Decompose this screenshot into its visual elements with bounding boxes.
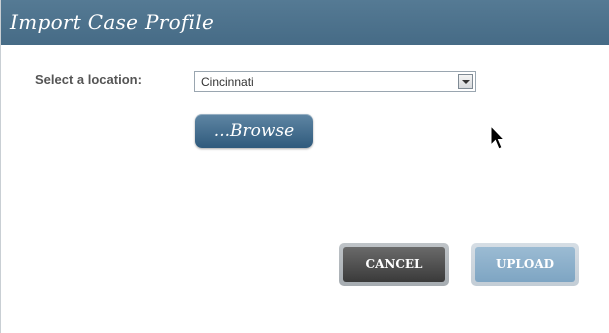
chevron-down-icon[interactable] — [458, 74, 473, 89]
import-case-profile-dialog: Import Case Profile Select a location: C… — [0, 0, 609, 333]
upload-button-label: UPLOAD — [475, 247, 575, 282]
upload-button[interactable]: UPLOAD — [471, 243, 579, 286]
mouse-pointer-icon — [490, 124, 506, 156]
dialog-titlebar: Import Case Profile — [1, 0, 609, 45]
dialog-title: Import Case Profile — [10, 10, 215, 34]
cancel-button[interactable]: CANCEL — [339, 243, 449, 286]
cancel-button-label: CANCEL — [343, 247, 445, 282]
location-select-value: Cincinnati — [201, 75, 254, 89]
location-select[interactable]: Cincinnati — [194, 71, 476, 92]
location-label: Select a location: — [35, 72, 142, 87]
browse-button[interactable]: ...Browse — [195, 114, 313, 148]
